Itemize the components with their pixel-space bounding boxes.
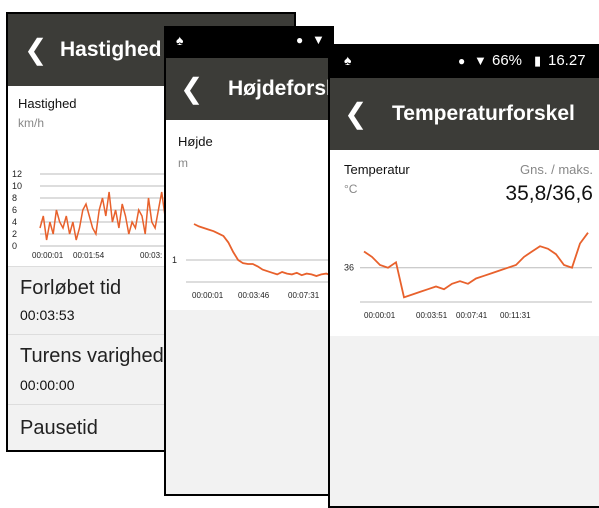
row-label: Forløbet tid: [20, 277, 122, 299]
temperature-screen: ♠ ● ▼ 66% ▮ 16.27 ❮ Temperaturforskel Te…: [328, 44, 599, 508]
battery-icon: ▮: [534, 53, 542, 68]
battery-percent: 66%: [492, 52, 523, 69]
altitude-screen: ♠ ● ▼ ❮ Højdeforskel Højde m 100:00:0100…: [164, 26, 334, 496]
y-tick-label: 12: [12, 169, 22, 179]
x-tick-label: 00:03:: [140, 251, 162, 260]
y-tick-label: 10: [12, 181, 22, 191]
x-tick-label: 00:00:01: [364, 311, 396, 320]
clock-time: 16.27: [548, 52, 586, 69]
location-icon: ●: [296, 33, 304, 47]
temperature-app-bar: ❮ Temperaturforskel: [330, 78, 599, 150]
status-bar: ♠ ● ▼ 66% ▮ 16.27: [330, 46, 599, 78]
page-title: Temperaturforskel: [392, 102, 575, 125]
wifi-icon: ▼: [474, 53, 487, 68]
x-tick-label: 00:11:31: [500, 311, 531, 320]
x-tick-label: 00:07:41: [456, 311, 488, 320]
y-tick-label: 0: [12, 241, 17, 251]
back-arrow-icon[interactable]: ❮: [180, 75, 203, 103]
altitude-series-line: [193, 223, 332, 277]
y-tick-label: 8: [12, 193, 17, 203]
notification-icon: ♠: [176, 32, 184, 48]
y-tick-label: 1: [172, 255, 177, 265]
status-bar: ♠ ● ▼: [166, 28, 332, 58]
row-value: 00:03:53: [20, 307, 75, 323]
altitude-chart-card: Højde m 1 00:00:01 00:03:46 00:07:31: [166, 120, 332, 310]
altitude-chart: 1 00:00:01 00:03:46 00:07:31: [172, 223, 332, 300]
y-tick-label: 6: [12, 205, 17, 215]
notification-icon: ♠: [344, 52, 352, 68]
altitude-app-bar: ❮ Højdeforskel: [166, 58, 332, 120]
page-title: Hastighed: [60, 38, 162, 61]
x-tick-label: 00:03:51: [416, 311, 448, 320]
temperature-chart-card: Temperatur °C Gns. / maks. 35,8/36,6 36 0…: [330, 150, 599, 336]
temperature-chart: 36 00:00:01 00:03:51 00:07:41 00:11:31: [344, 232, 592, 320]
x-tick-label: 00:07:31: [288, 291, 320, 300]
y-tick-label: 4: [12, 217, 17, 227]
x-tick-label: 00:00:01: [32, 251, 64, 260]
x-tick-label: 00:03:46: [238, 291, 270, 300]
wifi-icon: ▼: [312, 32, 325, 47]
location-icon: ●: [458, 54, 466, 68]
page-title: Højdeforskel: [228, 77, 332, 100]
temperature-series-line: [363, 232, 589, 299]
y-tick-label: 2: [12, 229, 17, 239]
y-tick-label: 36: [344, 263, 354, 273]
row-label: Turens varighed: [20, 345, 164, 367]
row-label: Pausetid: [20, 417, 98, 439]
row-value: 00:00:00: [20, 377, 75, 393]
back-arrow-icon[interactable]: ❮: [24, 36, 47, 64]
x-tick-label: 00:00:01: [192, 291, 224, 300]
x-tick-label: 00:01:54: [73, 251, 105, 260]
back-arrow-icon[interactable]: ❮: [344, 100, 367, 128]
